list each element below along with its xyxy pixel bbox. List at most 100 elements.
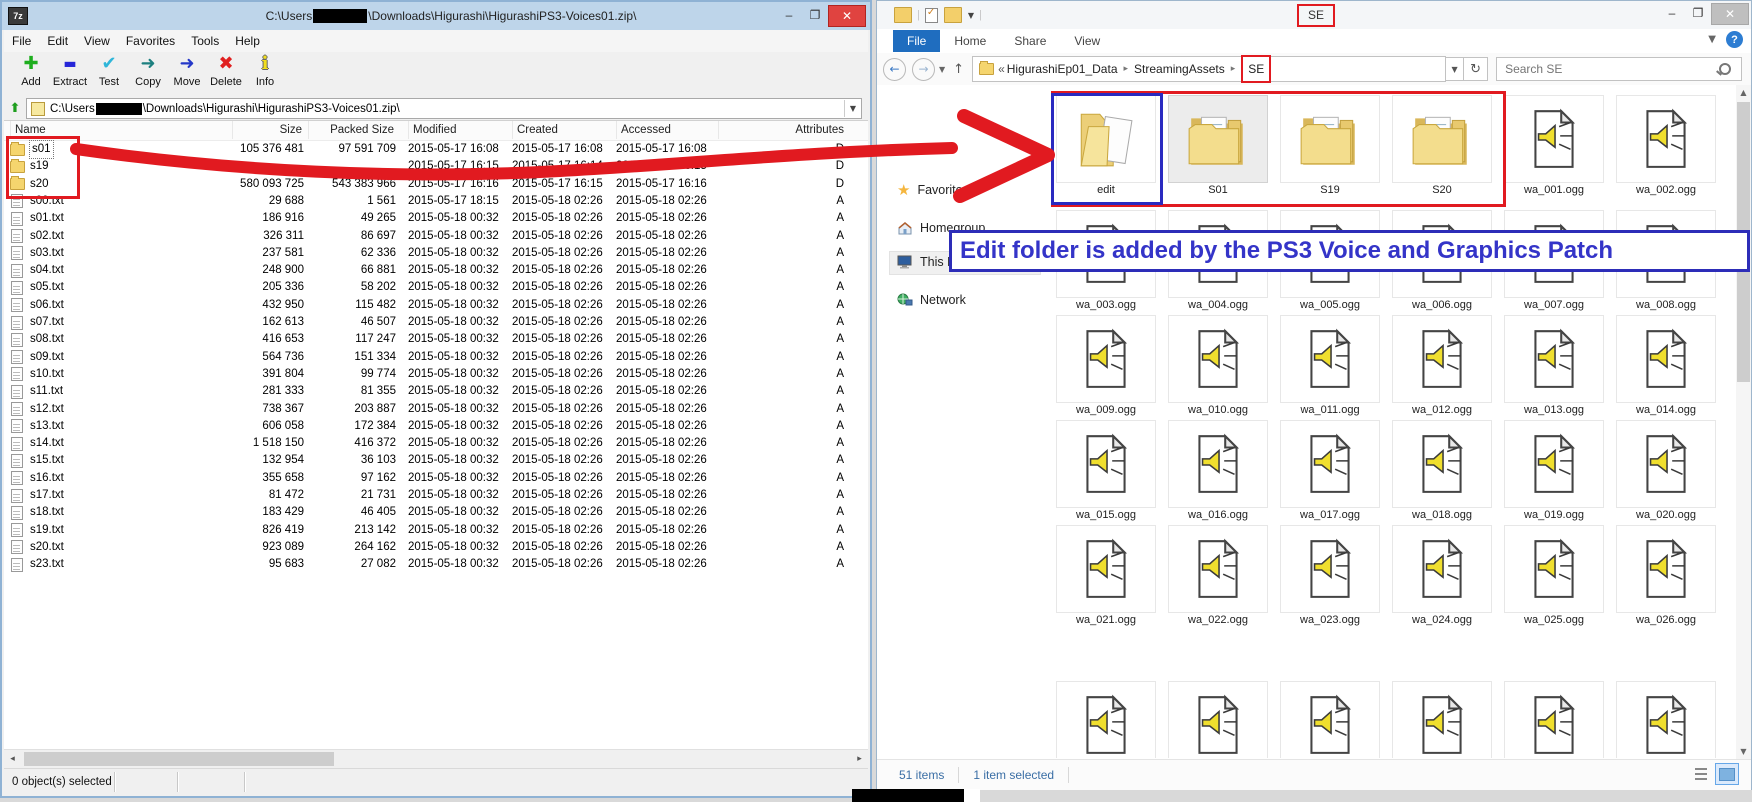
close-button[interactable]: ✕ <box>828 5 866 27</box>
menu-help[interactable]: Help <box>227 34 268 48</box>
sidebar-item-favorites[interactable]: ★Favorites <box>897 181 969 199</box>
table-row-s17.txt[interactable]: s17.txt81 47221 7312015-05-18 00:322015-… <box>4 487 868 504</box>
file-item-wa_026.ogg[interactable]: wa_026.ogg <box>1616 525 1716 627</box>
breadcrumb-item-se[interactable]: SE <box>1248 62 1264 76</box>
file-item-wa_025.ogg[interactable]: wa_025.ogg <box>1504 525 1604 627</box>
new-folder-icon[interactable] <box>944 7 962 23</box>
sidebar-item-network[interactable]: Network <box>897 293 966 307</box>
properties-icon[interactable] <box>925 8 938 23</box>
file-item-wa_009.ogg[interactable]: wa_009.ogg <box>1056 315 1156 417</box>
table-row-s19[interactable]: s192015-05-17 16:152015-05-17 16:142015-… <box>4 158 868 175</box>
scroll-down-icon[interactable]: ▼ <box>1736 744 1751 759</box>
file-item-partial[interactable] <box>1504 681 1604 758</box>
table-row-s18.txt[interactable]: s18.txt183 42946 4052015-05-18 00:322015… <box>4 504 868 521</box>
file-item-wa_010.ogg[interactable]: wa_010.ogg <box>1168 315 1268 417</box>
explorer-titlebar[interactable]: | ▼ | SE – ❐ ✕ <box>877 1 1751 29</box>
search-input[interactable] <box>1497 61 1719 77</box>
table-row-s07.txt[interactable]: s07.txt162 61346 5072015-05-18 00:322015… <box>4 314 868 331</box>
table-row-s04.txt[interactable]: s04.txt248 90066 8812015-05-18 00:322015… <box>4 262 868 279</box>
minimize-button[interactable]: – <box>1659 3 1685 23</box>
column-header-name[interactable]: Name <box>10 121 230 139</box>
extract-button[interactable]: ▬Extract <box>51 52 89 89</box>
file-item-partial[interactable] <box>1280 681 1380 758</box>
table-row-s13.txt[interactable]: s13.txt606 058172 3842015-05-18 00:32201… <box>4 418 868 435</box>
chevron-right-icon[interactable]: ▸ <box>1124 64 1129 74</box>
test-button[interactable]: ✔Test <box>90 52 128 89</box>
maximize-button[interactable]: ❐ <box>1685 3 1711 23</box>
table-row-s10.txt[interactable]: s10.txt391 80499 7742015-05-18 00:322015… <box>4 366 868 383</box>
horizontal-scrollbar[interactable]: ◂ ▸ <box>4 749 868 769</box>
tab-view[interactable]: View <box>1060 30 1114 52</box>
file-item-wa_015.ogg[interactable]: wa_015.ogg <box>1056 420 1156 522</box>
column-header-packed-size[interactable]: Packed Size <box>308 121 396 139</box>
forward-icon[interactable]: → <box>912 58 935 81</box>
back-icon[interactable]: ← <box>883 58 906 81</box>
file-item-wa_020.ogg[interactable]: wa_020.ogg <box>1616 420 1716 522</box>
folder-item-S19[interactable]: S19 <box>1280 95 1380 197</box>
minimize-button[interactable]: – <box>776 5 802 25</box>
help-icon[interactable]: ? <box>1726 31 1743 48</box>
refresh-icon[interactable]: ↻ <box>1464 57 1488 81</box>
up-one-level-icon[interactable]: ⬆ <box>4 101 26 116</box>
table-row-s14.txt[interactable]: s14.txt1 518 150416 3722015-05-18 00:322… <box>4 435 868 452</box>
file-item-wa_002.ogg[interactable]: wa_002.ogg <box>1616 95 1716 197</box>
table-row-s08.txt[interactable]: s08.txt416 653117 2472015-05-18 00:32201… <box>4 331 868 348</box>
menu-view[interactable]: View <box>76 34 118 48</box>
details-view-button[interactable] <box>1689 763 1713 785</box>
table-header[interactable]: NameSizePacked Size ModifiedCreatedAccess… <box>4 121 868 141</box>
move-button[interactable]: ➜Move <box>168 52 206 89</box>
file-item-wa_001.ogg[interactable]: wa_001.ogg <box>1504 95 1604 197</box>
sevenzip-titlebar[interactable]: 7z C:\Users\Downloads\Higurashi\Higurash… <box>2 2 870 30</box>
menu-edit[interactable]: Edit <box>39 34 76 48</box>
file-item-wa_019.ogg[interactable]: wa_019.ogg <box>1504 420 1604 522</box>
table-row-s23.txt[interactable]: s23.txt95 68327 0822015-05-18 00:322015-… <box>4 556 868 573</box>
maximize-button[interactable]: ❐ <box>802 5 828 25</box>
scroll-left-icon[interactable]: ◂ <box>4 751 21 767</box>
vertical-scrollbar[interactable]: ▲ ▼ <box>1736 85 1751 759</box>
table-row-s02.txt[interactable]: s02.txt326 31186 6972015-05-18 00:322015… <box>4 228 868 245</box>
column-header-created[interactable]: Created <box>512 121 612 139</box>
chevron-right-icon[interactable]: ▸ <box>1231 64 1236 74</box>
column-header-size[interactable]: Size <box>232 121 304 139</box>
menu-tools[interactable]: Tools <box>183 34 227 48</box>
column-header-modified[interactable]: Modified <box>408 121 508 139</box>
table-row-s06.txt[interactable]: s06.txt432 950115 4822015-05-18 00:32201… <box>4 297 868 314</box>
tab-home[interactable]: Home <box>940 30 1000 52</box>
file-item-wa_023.ogg[interactable]: wa_023.ogg <box>1280 525 1380 627</box>
table-row-s11.txt[interactable]: s11.txt281 33381 3552015-05-18 00:322015… <box>4 383 868 400</box>
file-item-wa_016.ogg[interactable]: wa_016.ogg <box>1168 420 1268 522</box>
tab-file[interactable]: File <box>893 30 940 52</box>
table-row-s09.txt[interactable]: s09.txt564 736151 3342015-05-18 00:32201… <box>4 349 868 366</box>
file-item-partial[interactable] <box>1056 681 1156 758</box>
add-button[interactable]: ✚Add <box>12 52 50 89</box>
expand-ribbon-icon[interactable]: ▼ <box>1708 34 1716 45</box>
menu-file[interactable]: File <box>4 34 39 48</box>
menu-favorites[interactable]: Favorites <box>118 34 183 48</box>
close-button[interactable]: ✕ <box>1711 3 1749 25</box>
address-bar[interactable]: « HigurashiEp01_Data▸StreamingAssets▸SE <box>972 56 1446 82</box>
delete-button[interactable]: ✖Delete <box>207 52 245 89</box>
file-item-wa_013.ogg[interactable]: wa_013.ogg <box>1504 315 1604 417</box>
file-item-partial[interactable] <box>1616 681 1716 758</box>
file-item-wa_018.ogg[interactable]: wa_018.ogg <box>1392 420 1492 522</box>
file-item-wa_022.ogg[interactable]: wa_022.ogg <box>1168 525 1268 627</box>
search-icon[interactable] <box>1719 63 1731 75</box>
scrollbar-thumb[interactable] <box>24 752 334 766</box>
folder-item-S20[interactable]: S20 <box>1392 95 1492 197</box>
address-dropdown-icon[interactable]: ▼ <box>844 100 861 117</box>
tab-share[interactable]: Share <box>1000 30 1060 52</box>
table-row-s00.txt[interactable]: s00.txt29 6881 5612015-05-17 18:152015-0… <box>4 193 868 210</box>
scroll-up-icon[interactable]: ▲ <box>1736 85 1751 100</box>
breadcrumb-item-streamingassets[interactable]: StreamingAssets <box>1134 62 1225 76</box>
qat-dropdown-icon[interactable]: ▼ <box>968 11 974 20</box>
file-item-partial[interactable] <box>1168 681 1268 758</box>
thumbnail-view-button[interactable] <box>1715 763 1739 785</box>
table-row-s15.txt[interactable]: s15.txt132 95436 1032015-05-18 00:322015… <box>4 452 868 469</box>
search-box[interactable] <box>1496 57 1742 81</box>
table-row-s20.txt[interactable]: s20.txt923 089264 1622015-05-18 00:32201… <box>4 539 868 556</box>
table-row-s05.txt[interactable]: s05.txt205 33658 2022015-05-18 00:322015… <box>4 279 868 296</box>
folder-item-S01[interactable]: S01 <box>1168 95 1268 197</box>
table-row-s19.txt[interactable]: s19.txt826 419213 1422015-05-18 00:32201… <box>4 522 868 539</box>
column-header-accessed[interactable]: Accessed <box>616 121 716 139</box>
breadcrumb-item-higurashiep01_data[interactable]: HigurashiEp01_Data <box>1007 62 1118 76</box>
